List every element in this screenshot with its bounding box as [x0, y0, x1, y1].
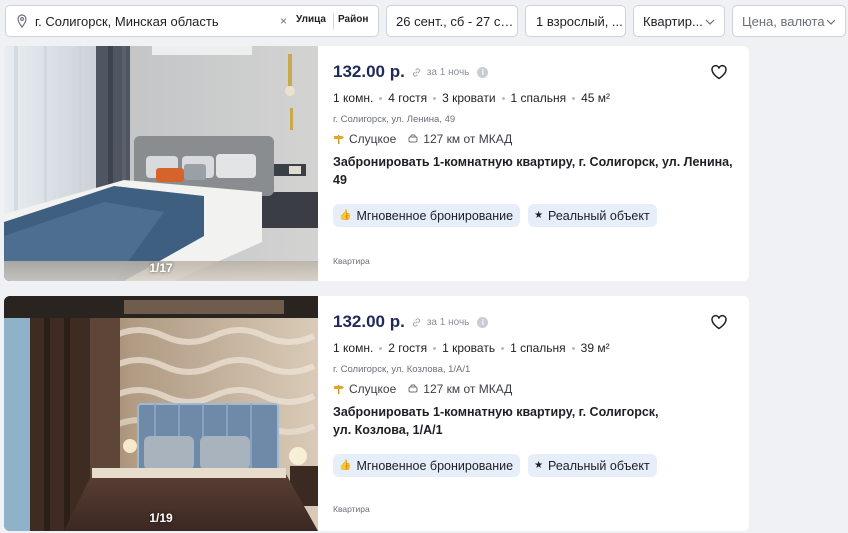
chevron-down-icon [705, 19, 715, 25]
listing-card[interactable]: 1/19 132.00 р. за 1 ночь i 1 комн. 2 гос… [4, 296, 749, 531]
instant-booking-label: Мгновенное бронирование [356, 208, 514, 223]
instant-booking-label: Мгновенное бронирование [356, 458, 514, 473]
price-currency-dropdown[interactable]: Цена, валюта [732, 5, 846, 37]
per-night-label: за 1 ночь [426, 316, 470, 328]
spec-beds: 3 кровати [442, 91, 496, 105]
spec-separator [572, 96, 576, 100]
photo-counter: 1/17 [149, 261, 173, 275]
spec-separator [501, 346, 505, 350]
distance-row: Слуцкое 127 км от МКАД [333, 132, 512, 146]
real-object-label: Реальный объект [548, 458, 650, 473]
listing-category: Квартира [333, 504, 370, 514]
spec-area: 45 м² [581, 91, 611, 105]
link-icon [412, 67, 420, 77]
chip-divider [333, 13, 334, 29]
city-label: Слуцкое [349, 382, 397, 396]
dates-field[interactable]: 26 сент., сб - 27 се... [386, 5, 518, 37]
signpost-icon [334, 385, 344, 394]
location-value: г. Солигорск, Минская область [35, 13, 219, 29]
city-label: Слуцкое [349, 132, 397, 146]
bedroom-photo-image [4, 46, 318, 281]
guests-value: 1 взрослый, ... [536, 13, 623, 29]
guests-field[interactable]: 1 взрослый, ... [525, 5, 626, 37]
spec-bedrooms: 1 спальня [510, 91, 567, 105]
real-object-badge: ★ Реальный объект [528, 204, 657, 227]
filter-bar: г. Солигорск, Минская область × Улица Ра… [0, 0, 848, 43]
dates-value: 26 сент., сб - 27 се... [396, 13, 517, 29]
location-pin-icon [17, 14, 27, 28]
chevron-down-icon [826, 19, 836, 25]
spec-separator [571, 346, 575, 350]
spec-separator [501, 96, 505, 100]
spec-separator [379, 346, 383, 350]
heart-icon[interactable] [710, 314, 728, 330]
spec-guests: 2 гостя [388, 341, 428, 355]
real-object-label: Реальный объект [548, 208, 650, 223]
price-row: 132.00 р. за 1 ночь i [333, 312, 489, 332]
clear-location-button[interactable]: × [280, 14, 287, 28]
price: 132.00 р. [333, 312, 405, 331]
car-icon [408, 384, 418, 393]
badges-row: 👍 Мгновенное бронирование ★ Реальный объ… [333, 454, 665, 477]
badges-row: 👍 Мгновенное бронирование ★ Реальный объ… [333, 204, 665, 227]
spec-rooms: 1 комн. [333, 341, 374, 355]
spec-rooms: 1 комн. [333, 91, 374, 105]
real-object-badge: ★ Реальный объект [528, 454, 657, 477]
bedroom-photo-image [4, 296, 318, 531]
instant-booking-badge: 👍 Мгновенное бронирование [333, 454, 521, 477]
listing-address: г. Солигорск, ул. Ленина, 49 [333, 114, 456, 125]
thumbs-up-icon: 👍 [339, 210, 352, 221]
price-currency-value: Цена, валюта [742, 13, 825, 29]
price: 132.00 р. [333, 62, 405, 81]
district-chip[interactable]: Район [338, 14, 368, 25]
info-icon[interactable]: i [477, 66, 489, 78]
star-icon: ★ [534, 460, 544, 471]
spec-beds: 1 кровать [442, 341, 496, 355]
instant-booking-badge: 👍 Мгновенное бронирование [333, 204, 521, 227]
distance-label: 127 км от МКАД [423, 382, 513, 396]
street-chip[interactable]: Улица [296, 14, 326, 25]
distance-row: Слуцкое 127 км от МКАД [333, 382, 512, 396]
signpost-icon [334, 135, 344, 144]
star-icon: ★ [534, 210, 544, 221]
spec-guests: 4 гостя [388, 91, 428, 105]
listing-address: г. Солигорск, ул. Козлова, 1/А/1 [333, 364, 471, 375]
spec-separator [433, 96, 437, 100]
listing-specs: 1 комн. 2 гостя 1 кровать 1 спальня 39 м… [333, 341, 610, 355]
per-night-label: за 1 ночь [426, 66, 470, 78]
listing-specs: 1 комн. 4 гостя 3 кровати 1 спальня 45 м… [333, 91, 610, 105]
location-search-field[interactable]: г. Солигорск, Минская область × Улица Ра… [5, 5, 379, 37]
distance-label: 127 км от МКАД [423, 132, 513, 146]
link-icon [412, 317, 420, 327]
spec-separator [379, 96, 383, 100]
car-icon [408, 134, 418, 143]
listing-info: 132.00 р. за 1 ночь i 1 комн. 4 гостя 3 … [333, 46, 743, 281]
spec-area: 39 м² [580, 341, 610, 355]
spec-separator [433, 346, 437, 350]
info-icon[interactable]: i [477, 316, 489, 328]
listing-info: 132.00 р. за 1 ночь i 1 комн. 2 гостя 1 … [333, 296, 743, 531]
photo-counter: 1/19 [149, 511, 173, 525]
listing-title[interactable]: Забронировать 1-комнатную квартиру, г. С… [333, 403, 673, 439]
heart-icon[interactable] [710, 64, 728, 80]
spec-bedrooms: 1 спальня [510, 341, 566, 355]
price-row: 132.00 р. за 1 ночь i [333, 62, 489, 82]
property-type-value: Квартир... [643, 13, 703, 29]
listing-title[interactable]: Забронировать 1-комнатную квартиру, г. С… [333, 153, 741, 189]
listing-category: Квартира [333, 256, 370, 266]
listing-photo[interactable]: 1/19 [4, 296, 318, 531]
listing-card[interactable]: 1/17 132.00 р. за 1 ночь i 1 комн. 4 гос… [4, 46, 749, 281]
property-type-dropdown[interactable]: Квартир... [633, 5, 725, 37]
thumbs-up-icon: 👍 [339, 460, 352, 471]
listing-photo[interactable]: 1/17 [4, 46, 318, 281]
